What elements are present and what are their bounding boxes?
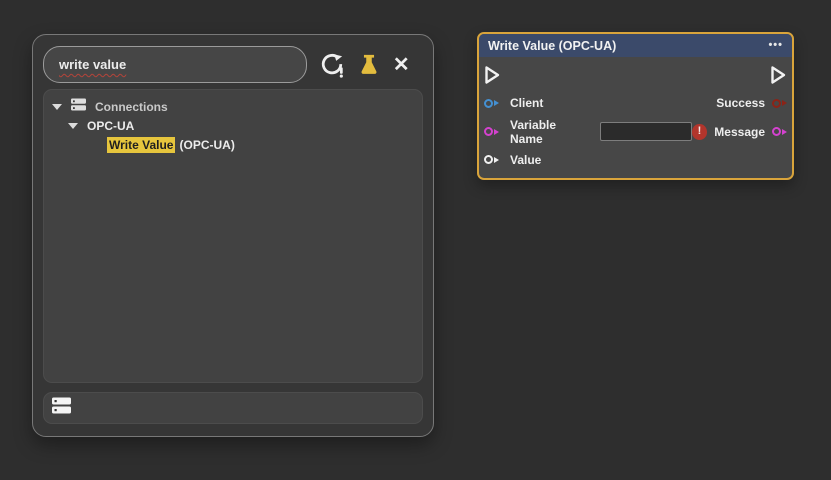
node-title: Write Value (OPC-UA)	[488, 39, 768, 53]
tree-item-label: OPC-UA	[87, 119, 134, 133]
server-stack-icon	[71, 98, 86, 116]
message-port-label: Message	[714, 125, 765, 139]
search-input[interactable]: write value	[43, 46, 307, 83]
connections-footer-bar[interactable]	[43, 392, 423, 424]
value-input-port-icon[interactable]	[484, 155, 499, 164]
tree-item-label: Connections	[95, 100, 168, 114]
flow-port-row	[479, 61, 792, 89]
search-results-tree: Connections OPC-UA Write Value (OPC-UA)	[43, 89, 423, 383]
client-input-port-icon[interactable]	[484, 99, 499, 108]
client-port-label: Client	[510, 96, 543, 110]
node-search-panel: write value ✕	[32, 34, 434, 437]
node-menu-ellipsis-icon[interactable]: •••	[768, 40, 783, 51]
node-header[interactable]: Write Value (OPC-UA) •••	[479, 34, 792, 57]
value-port-label: Value	[510, 153, 541, 167]
recent-history-alert-icon[interactable]	[320, 52, 344, 78]
success-port-label: Success	[716, 96, 765, 110]
port-row-client-success: Client Success	[479, 89, 792, 117]
tree-item-connections[interactable]: Connections	[52, 97, 414, 116]
message-output-port-icon[interactable]	[772, 127, 787, 136]
node-write-value-opcua[interactable]: Write Value (OPC-UA) ••• Client	[477, 32, 794, 180]
node-body: Client Success Variable Name ! Message	[479, 57, 792, 178]
caret-down-icon[interactable]	[68, 123, 78, 129]
search-match-highlight: Write Value	[107, 137, 175, 153]
success-output-port-icon[interactable]	[772, 99, 787, 108]
flow-input-port-icon[interactable]	[484, 65, 501, 85]
variable-name-input[interactable]	[600, 122, 692, 141]
port-row-variable-message: Variable Name ! Message	[479, 118, 792, 146]
search-toolbar: ✕	[307, 52, 423, 78]
variable-name-port-label: Variable Name	[510, 118, 591, 146]
error-exclamation-icon: !	[692, 124, 708, 140]
port-row-value: Value	[479, 146, 792, 174]
flask-filter-icon[interactable]	[358, 53, 380, 76]
close-icon[interactable]: ✕	[393, 55, 410, 75]
search-input-value: write value	[59, 57, 126, 72]
flow-output-port-icon[interactable]	[770, 65, 787, 85]
variable-name-input-port-icon[interactable]	[484, 127, 499, 136]
caret-down-icon[interactable]	[52, 104, 62, 110]
search-row: write value ✕	[43, 46, 423, 83]
tree-item-write-value[interactable]: Write Value (OPC-UA)	[52, 135, 414, 154]
server-stack-icon	[52, 397, 71, 419]
tree-item-suffix: (OPC-UA)	[179, 138, 234, 152]
tree-item-opcua[interactable]: OPC-UA	[52, 116, 414, 135]
